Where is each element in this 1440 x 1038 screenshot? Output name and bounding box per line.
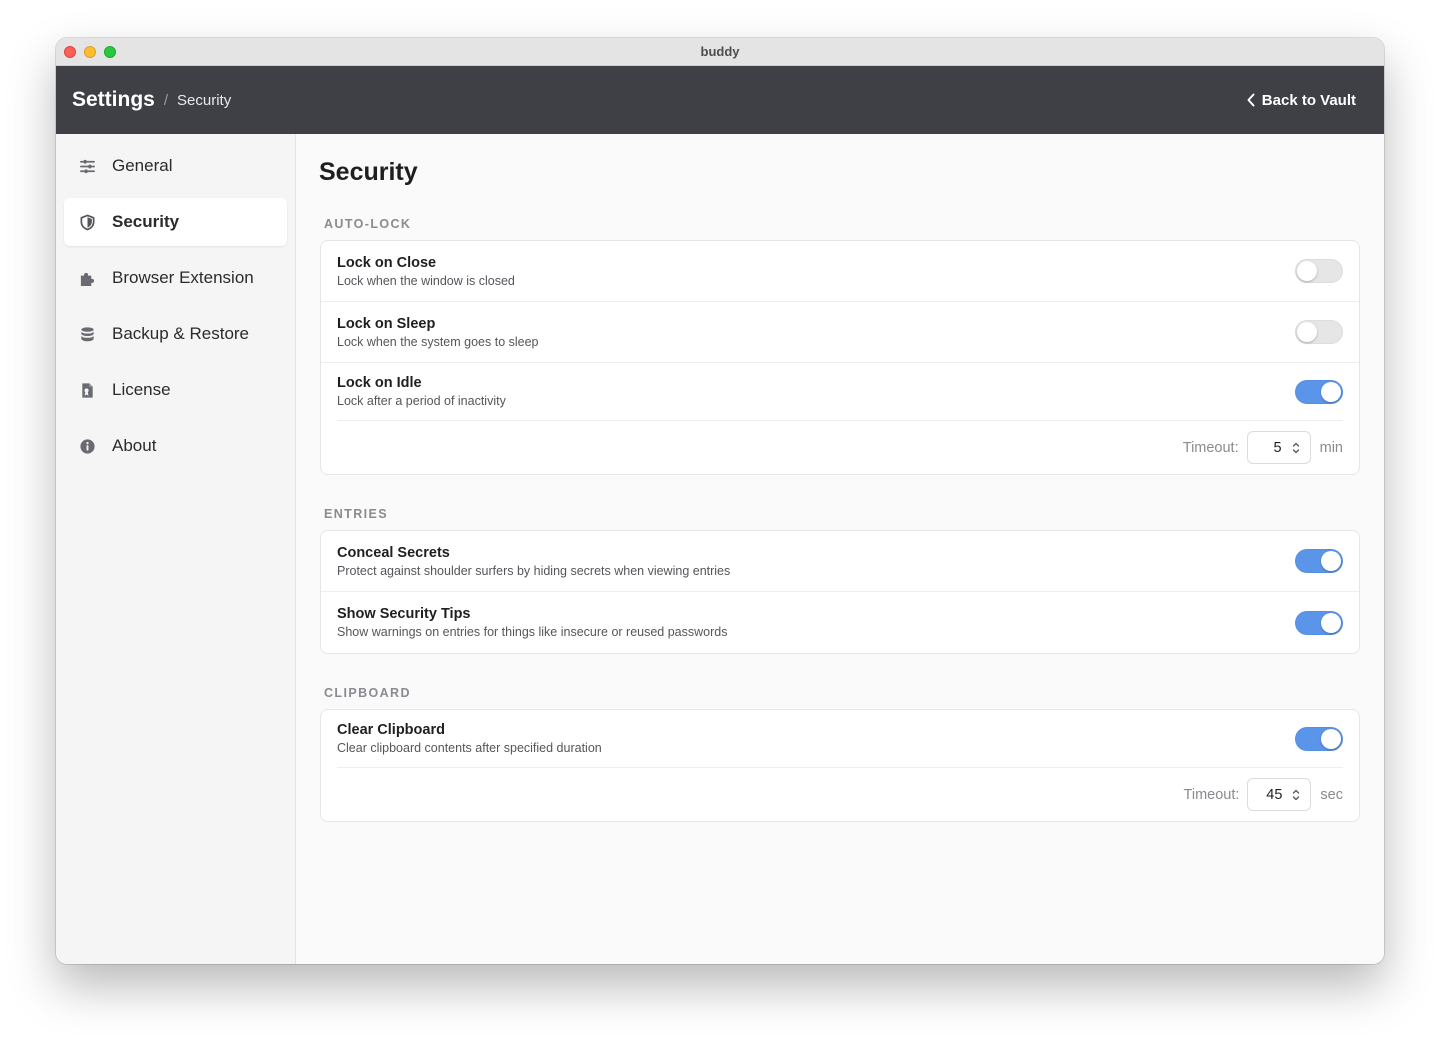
- puzzle-icon: [78, 269, 96, 287]
- settings-content: Security AUTO-LOCK Lock on Close Lock wh…: [296, 134, 1384, 964]
- conceal-secrets-toggle[interactable]: [1295, 549, 1343, 573]
- lock-on-sleep-toggle[interactable]: [1295, 320, 1343, 344]
- back-to-vault-label: Back to Vault: [1261, 91, 1356, 109]
- close-window-button[interactable]: [64, 46, 76, 58]
- page-title: Security: [319, 158, 418, 186]
- sidebar-item-label: License: [112, 380, 171, 399]
- window-controls: [64, 46, 116, 58]
- breadcrumb-separator: /: [163, 91, 169, 109]
- section-title-clipboard: CLIPBOARD: [324, 686, 411, 700]
- maximize-window-button[interactable]: [104, 46, 116, 58]
- setting-row-lock-on-close: Lock on Close Lock when the window is cl…: [321, 241, 1359, 302]
- clear-clipboard-toggle[interactable]: [1295, 726, 1343, 751]
- sidebar-item-general[interactable]: General: [64, 142, 287, 190]
- chevron-left-icon: [1247, 93, 1255, 107]
- setting-description: Lock when the system goes to sleep: [337, 334, 539, 349]
- show-security-tips-toggle[interactable]: [1295, 610, 1343, 635]
- certificate-file-icon: [78, 381, 96, 399]
- setting-description: Protect against shoulder surfers by hidi…: [337, 563, 731, 578]
- setting-description: Lock when the window is closed: [337, 273, 515, 288]
- timeout-label: Timeout:: [1182, 439, 1239, 456]
- breadcrumb-current: Security: [177, 91, 232, 109]
- section-title-entries: ENTRIES: [324, 507, 388, 521]
- setting-description: Clear clipboard contents after specified…: [337, 741, 602, 755]
- sidebar-item-browser-extension[interactable]: Browser Extension: [64, 254, 287, 302]
- window-title: buddy: [700, 44, 740, 59]
- sidebar-item-about[interactable]: About: [64, 422, 287, 470]
- sidebar-item-label: General: [112, 156, 173, 175]
- autolock-card: Lock on Close Lock when the window is cl…: [320, 240, 1360, 475]
- sidebar-item-license[interactable]: License: [64, 366, 287, 414]
- sidebar-item-security[interactable]: Security: [64, 198, 287, 246]
- lock-on-close-toggle[interactable]: [1295, 259, 1343, 283]
- setting-row-conceal-secrets: Conceal Secrets Protect against shoulder…: [321, 531, 1359, 592]
- minimize-window-button[interactable]: [84, 46, 96, 58]
- back-to-vault-button[interactable]: Back to Vault: [1246, 92, 1356, 109]
- setting-title: Show Security Tips: [337, 606, 471, 622]
- setting-title: Lock on Sleep: [337, 315, 436, 332]
- sliders-icon: [78, 157, 96, 175]
- setting-description: Show warnings on entries for things like…: [337, 625, 728, 639]
- setting-row-show-security-tips: Show Security Tips Show warnings on entr…: [321, 592, 1359, 653]
- setting-title: Clear Clipboard: [337, 722, 445, 738]
- header-bar: Settings / Security Back to Vault: [56, 66, 1384, 134]
- breadcrumb-root[interactable]: Settings: [72, 88, 155, 112]
- database-icon: [78, 325, 96, 343]
- stepper-arrows-icon[interactable]: [1292, 441, 1300, 455]
- clipboard-card: Clear Clipboard Clear clipboard contents…: [320, 709, 1360, 822]
- setting-description: Lock after a period of inactivity: [337, 394, 506, 408]
- clipboard-timeout-value: 45: [1266, 786, 1283, 803]
- entries-card: Conceal Secrets Protect against shoulder…: [320, 530, 1360, 654]
- timeout-unit: min: [1319, 439, 1343, 456]
- setting-title: Lock on Close: [337, 254, 437, 271]
- timeout-label: Timeout:: [1183, 786, 1240, 803]
- setting-title: Conceal Secrets: [337, 544, 450, 561]
- section-title-autolock: AUTO-LOCK: [324, 217, 412, 231]
- info-circle-icon: [78, 437, 96, 455]
- sidebar-item-backup-restore[interactable]: Backup & Restore: [64, 310, 287, 358]
- idle-timeout-stepper[interactable]: 5: [1246, 431, 1311, 464]
- title-bar: buddy: [56, 38, 1384, 66]
- lock-on-idle-toggle[interactable]: [1295, 379, 1343, 404]
- clipboard-timeout-row: Timeout: 45 sec: [321, 768, 1359, 821]
- sidebar-item-label: Browser Extension: [112, 268, 254, 287]
- shield-icon: [78, 213, 96, 231]
- clipboard-timeout-stepper[interactable]: 45: [1247, 778, 1312, 811]
- stepper-arrows-icon[interactable]: [1292, 788, 1300, 802]
- idle-timeout-row: Timeout: 5 min: [321, 421, 1359, 474]
- setting-row-clear-clipboard: Clear Clipboard Clear clipboard contents…: [321, 710, 1359, 767]
- timeout-unit: sec: [1320, 786, 1343, 803]
- settings-sidebar: General Security Browser Extension Backu…: [56, 134, 296, 964]
- sidebar-item-label: Security: [112, 212, 180, 231]
- sidebar-item-label: Backup & Restore: [112, 324, 250, 343]
- setting-row-lock-on-sleep: Lock on Sleep Lock when the system goes …: [321, 302, 1359, 363]
- setting-title: Lock on Idle: [337, 375, 422, 391]
- sidebar-item-label: About: [112, 436, 157, 455]
- setting-row-lock-on-idle: Lock on Idle Lock after a period of inac…: [321, 363, 1359, 420]
- idle-timeout-value: 5: [1273, 439, 1282, 456]
- app-window: buddy Settings / Security Back to Vault …: [56, 38, 1384, 964]
